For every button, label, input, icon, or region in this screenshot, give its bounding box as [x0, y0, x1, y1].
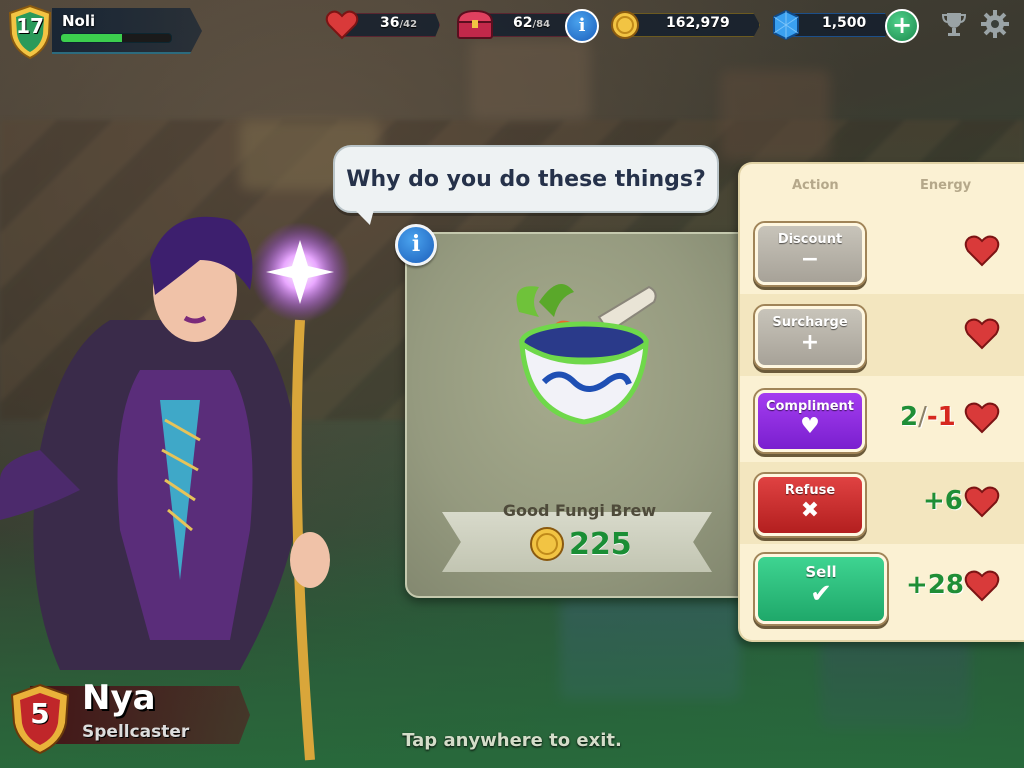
- heart-icon: [964, 570, 1000, 602]
- surcharge-label: Surcharge: [772, 315, 848, 330]
- customer-speech-bubble: Why do you do these things?: [333, 145, 719, 213]
- info-icon[interactable]: i: [565, 9, 599, 43]
- action-panel: Action Energy Discount − Surcharge + Com…: [738, 162, 1024, 642]
- trophy-icon[interactable]: [940, 10, 968, 38]
- gems-value: 1,500: [822, 15, 867, 31]
- coins-stat[interactable]: 162,979: [610, 10, 760, 39]
- action-row-refuse: Refuse ✖ +6: [740, 462, 1024, 544]
- discount-button[interactable]: Discount −: [755, 223, 865, 285]
- sell-energy: +28: [906, 570, 964, 600]
- item-name: Good Fungi Brew: [502, 501, 657, 520]
- gear-icon[interactable]: [980, 9, 1010, 39]
- action-column-header: Action: [792, 178, 839, 193]
- tap-to-exit-hint[interactable]: Tap anywhere to exit.: [0, 730, 1024, 751]
- coin-icon: [530, 527, 564, 561]
- player-name: Noli: [62, 12, 96, 30]
- item-price: 225: [569, 527, 632, 562]
- chest-icon: [456, 9, 494, 39]
- action-row-discount: Discount −: [740, 211, 1024, 293]
- refuse-energy: +6: [923, 486, 963, 516]
- coins-value: 162,979: [666, 15, 730, 31]
- energy-stat[interactable]: 36/42: [325, 10, 440, 40]
- refuse-button[interactable]: Refuse ✖: [755, 474, 865, 536]
- plus-icon[interactable]: +: [885, 9, 919, 43]
- discount-label: Discount: [777, 232, 843, 247]
- plus-icon: +: [800, 330, 820, 355]
- action-row-surcharge: Surcharge +: [740, 294, 1024, 376]
- heart-icon: [325, 10, 359, 40]
- heart-icon: [964, 318, 1000, 350]
- storage-value: 62/84: [513, 15, 551, 31]
- customer-level: 5: [30, 697, 50, 730]
- checkmark-icon: ✔: [810, 579, 832, 609]
- mortar-and-pestle-icon: [516, 284, 657, 425]
- heart-icon: [964, 402, 1000, 434]
- action-row-sell: Sell ✔ +28: [740, 546, 1024, 628]
- storage-stat[interactable]: 62/84: [455, 9, 575, 39]
- item-card: Good Fungi Brew 225: [405, 232, 754, 598]
- heart-icon: [964, 486, 1000, 518]
- compliment-energy: 2/-1: [900, 402, 956, 432]
- refuse-label: Refuse: [784, 483, 836, 498]
- top-hud: 17 Noli 36/42 62/84 i 162,979 1,500 +: [0, 0, 1024, 60]
- close-icon: ✖: [800, 498, 820, 523]
- player-level: 17: [16, 14, 44, 38]
- heart-outline-icon: ♥: [800, 414, 820, 439]
- item-info-icon[interactable]: i: [395, 224, 437, 266]
- heart-icon: [964, 235, 1000, 267]
- energy-column-header: Energy: [920, 178, 972, 193]
- compliment-button[interactable]: Compliment ♥: [755, 390, 865, 452]
- energy-value: 36/42: [380, 15, 418, 31]
- surcharge-button[interactable]: Surcharge +: [755, 306, 865, 368]
- compliment-label: Compliment: [765, 399, 855, 414]
- speech-text: Why do you do these things?: [346, 166, 706, 192]
- action-row-compliment: Compliment ♥ 2/-1: [740, 378, 1024, 460]
- xp-progress-bar: [60, 33, 172, 43]
- xp-progress-fill: [61, 34, 122, 42]
- customer-name: Nya: [82, 678, 156, 718]
- gems-stat[interactable]: 1,500: [770, 9, 890, 41]
- sell-button[interactable]: Sell ✔: [755, 554, 887, 624]
- minus-icon: −: [800, 247, 820, 272]
- bg-shelf: [720, 70, 830, 160]
- gem-icon: [773, 9, 799, 41]
- bg-shelf: [470, 40, 590, 120]
- coin-icon: [611, 11, 639, 39]
